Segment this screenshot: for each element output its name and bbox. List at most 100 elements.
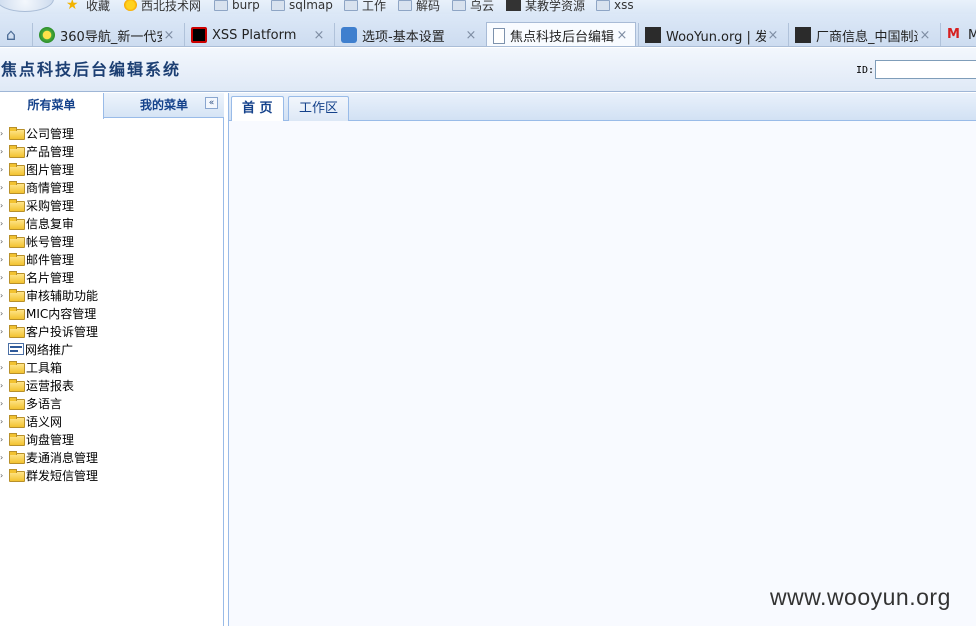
tree-node-label: 产品管理	[26, 144, 75, 159]
expand-arrow-icon[interactable]: ›	[0, 363, 8, 372]
browser-tab-wooyun[interactable]: WooYun.org | 发 ×	[638, 23, 786, 46]
gear-icon	[341, 27, 357, 43]
home-icon[interactable]: ⌂	[2, 27, 20, 43]
tree-node[interactable]: › 产品管理	[0, 142, 74, 160]
m-icon: M	[947, 27, 960, 42]
browser-tab-m[interactable]: M M	[940, 23, 976, 46]
tree-node[interactable]: › 名片管理	[0, 268, 74, 286]
tree-node-label: 客户投诉管理	[26, 324, 99, 339]
tree-node-label: 网络推广	[25, 342, 74, 357]
bookmark-work[interactable]: 工作	[344, 0, 387, 13]
tree-node-label: 麦通消息管理	[26, 450, 99, 465]
expand-arrow-icon[interactable]: ›	[0, 237, 8, 246]
bookmark-teaching[interactable]: 某教学资源	[506, 0, 586, 13]
star-icon: ★	[66, 0, 79, 13]
tab-all-menus[interactable]: 所有菜单	[0, 93, 104, 119]
expand-arrow-icon[interactable]: ›	[0, 327, 8, 336]
tree-node[interactable]: › MIC内容管理	[0, 304, 96, 322]
expand-arrow-icon[interactable]: ›	[0, 453, 8, 462]
expand-arrow-icon[interactable]: ›	[0, 381, 8, 390]
folder-icon	[596, 0, 610, 11]
bookmark-label: 乌云	[470, 0, 495, 13]
tree-node[interactable]: 网络推广	[0, 340, 73, 358]
close-icon[interactable]: ×	[312, 28, 326, 43]
close-icon[interactable]: ×	[464, 28, 478, 43]
bookmark-xibei[interactable]: 西北技术网	[124, 0, 201, 13]
tree-node[interactable]: › 多语言	[0, 394, 62, 412]
app-header: 焦点科技后台编辑系统 ID:	[0, 48, 976, 92]
expand-arrow-icon[interactable]: ›	[0, 183, 8, 192]
bookmark-label: 解码	[416, 0, 441, 13]
folder-icon	[8, 127, 25, 140]
expand-arrow-icon[interactable]: ›	[0, 165, 8, 174]
tree-node[interactable]: › 商情管理	[0, 178, 74, 196]
tree-node[interactable]: › 信息复审	[0, 214, 74, 232]
expand-arrow-icon[interactable]: ›	[0, 435, 8, 444]
collapse-icon[interactable]: «	[205, 97, 218, 109]
expand-arrow-icon[interactable]: ›	[0, 399, 8, 408]
tab-workspace[interactable]: 工作区	[288, 96, 350, 121]
tree-node[interactable]: › 图片管理	[0, 160, 74, 178]
bookmark-burp[interactable]: burp	[214, 0, 260, 12]
expand-arrow-icon[interactable]: ›	[0, 291, 8, 300]
tree-node[interactable]: › 采购管理	[0, 196, 74, 214]
expand-arrow-icon[interactable]: ›	[0, 219, 8, 228]
folder-icon	[271, 0, 285, 11]
bookmark-xss[interactable]: xss	[596, 0, 634, 12]
tree-node-label: 图片管理	[26, 162, 75, 177]
tree-node[interactable]: › 群发短信管理	[0, 466, 98, 484]
bookmark-label: 某教学资源	[525, 0, 586, 13]
bookmark-label: 收藏	[86, 0, 111, 13]
browser-tab-options[interactable]: 选项-基本设置 ×	[334, 23, 484, 46]
bookmark-wuyun[interactable]: 乌云	[452, 0, 495, 13]
expand-arrow-icon[interactable]: ›	[0, 273, 8, 282]
browser-tab-xss-platform[interactable]: XSS Platform ×	[184, 23, 332, 46]
bookmark-decode[interactable]: 解码	[398, 0, 441, 13]
browser-tab-focus-admin[interactable]: 焦点科技后台编辑 ×	[486, 22, 636, 46]
expand-arrow-icon[interactable]: ›	[0, 471, 8, 480]
bookmark-favorites[interactable]: ★ 收藏	[66, 0, 111, 13]
tree-node[interactable]: › 麦通消息管理	[0, 448, 98, 466]
tree-node[interactable]: › 帐号管理	[0, 232, 74, 250]
folder-icon	[8, 379, 25, 392]
expand-arrow-icon[interactable]: ›	[0, 201, 8, 210]
profile-avatar[interactable]	[0, 0, 54, 12]
browser-tab-360[interactable]: 360导航_新一代安 ×	[32, 23, 182, 46]
close-icon[interactable]: ×	[766, 28, 780, 43]
tab-home[interactable]: 首 页	[231, 96, 284, 122]
tree-node[interactable]: › 工具箱	[0, 358, 62, 376]
tree-node[interactable]: › 语义网	[0, 412, 62, 430]
tree-node[interactable]: › 公司管理	[0, 124, 74, 142]
folder-icon	[452, 0, 466, 11]
tab-my-menus[interactable]: 我的菜单	[112, 93, 216, 118]
expand-arrow-icon[interactable]: ›	[0, 255, 8, 264]
tree-node-label: 信息复审	[26, 216, 75, 231]
id-input[interactable]	[875, 60, 976, 79]
expand-arrow-icon[interactable]: ›	[0, 129, 8, 138]
close-icon[interactable]: ×	[918, 28, 932, 43]
expand-arrow-icon[interactable]: ›	[0, 417, 8, 426]
folder-icon	[8, 253, 25, 266]
tree-node[interactable]: › 询盘管理	[0, 430, 74, 448]
expand-arrow-icon[interactable]: ›	[0, 147, 8, 156]
tree-node[interactable]: › 客户投诉管理	[0, 322, 98, 340]
tree-node[interactable]: › 邮件管理	[0, 250, 74, 268]
tree-node[interactable]: › 运营报表	[0, 376, 74, 394]
bookmark-sqlmap[interactable]: sqlmap	[271, 0, 333, 12]
close-icon[interactable]: ×	[162, 28, 176, 43]
tab-title: 焦点科技后台编辑	[510, 30, 615, 45]
tree-node-label: 帐号管理	[26, 234, 75, 249]
folder-icon	[8, 361, 25, 374]
work-content	[229, 121, 976, 626]
folder-icon	[8, 163, 25, 176]
browser-tab-vendor-info[interactable]: 厂商信息_中国制造 ×	[788, 23, 938, 46]
folder-icon	[8, 451, 25, 464]
tab-title: M	[968, 28, 976, 43]
folder-icon	[344, 0, 358, 11]
bookmark-label: 工作	[362, 0, 387, 13]
expand-arrow-icon[interactable]: ›	[0, 309, 8, 318]
folder-icon	[8, 289, 25, 302]
tree-node-label: 公司管理	[26, 126, 75, 141]
close-icon[interactable]: ×	[615, 28, 629, 43]
tree-node[interactable]: › 审核辅助功能	[0, 286, 98, 304]
